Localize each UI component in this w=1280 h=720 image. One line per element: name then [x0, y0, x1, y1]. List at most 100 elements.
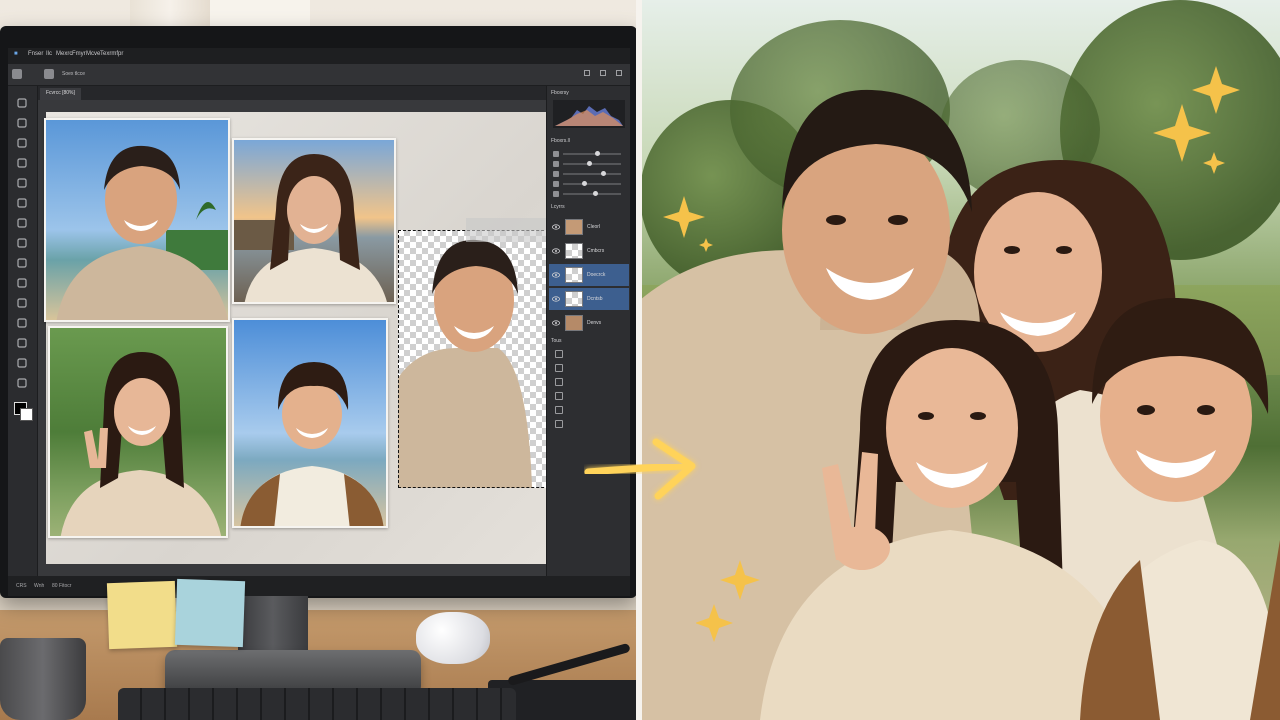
brush-icon[interactable]: [15, 176, 29, 190]
menu-item[interactable]: Mcve: [86, 51, 100, 57]
lasso-icon[interactable]: [15, 156, 29, 170]
slider-knob[interactable]: [587, 161, 593, 166]
actions-title: Tous: [551, 338, 562, 344]
keyboard: [118, 688, 516, 720]
menu-item[interactable]: Texrmfpr: [100, 51, 123, 57]
adjustment-icon: [553, 171, 559, 177]
options-bar: Soex tlcce: [8, 64, 630, 86]
close-icon[interactable]: [616, 70, 622, 76]
adjustment-slider[interactable]: [553, 180, 625, 188]
slider-knob[interactable]: [592, 191, 598, 196]
blue-sticky-note: [174, 578, 246, 648]
monitor-stand: [238, 596, 308, 658]
sparkle-icon: [696, 560, 760, 642]
minimize-icon[interactable]: [584, 70, 590, 76]
slider-track[interactable]: [563, 173, 621, 175]
status-left: CRS: [16, 583, 27, 589]
adjustment-icon: [553, 161, 559, 167]
layers-title: Lcyrrs: [551, 204, 565, 210]
histogram: [553, 100, 625, 128]
eyedropper-icon[interactable]: [15, 296, 29, 310]
layer-row[interactable]: Doecrck: [549, 264, 629, 286]
coffee-mug: [0, 638, 86, 720]
layer-name: Dcntsb: [587, 296, 603, 302]
layer-row[interactable]: Denvs: [549, 312, 629, 334]
maximize-icon[interactable]: [600, 70, 606, 76]
shape-icon[interactable]: [15, 316, 29, 330]
selection-marquee[interactable]: [398, 230, 554, 488]
father-cutout[interactable]: [398, 230, 554, 488]
adjustment-icon: [553, 151, 559, 157]
slider-knob[interactable]: [600, 171, 606, 176]
daughter-photo[interactable]: [48, 326, 228, 538]
dodge-icon[interactable]: [15, 276, 29, 290]
slider-track[interactable]: [563, 153, 621, 155]
hand-icon[interactable]: [15, 356, 29, 370]
visibility-eye-icon[interactable]: [552, 223, 560, 231]
adjustment-icon: [553, 181, 559, 187]
adjustment-slider[interactable]: [553, 170, 625, 178]
visibility-eye-icon[interactable]: [552, 247, 560, 255]
action-icon[interactable]: [555, 350, 563, 358]
layer-name: Cmbcrs: [587, 248, 605, 254]
zoom-icon[interactable]: [15, 376, 29, 390]
layer-name: Cleorl: [587, 224, 601, 230]
adjustment-slider[interactable]: [553, 150, 625, 158]
slider-knob[interactable]: [581, 181, 587, 186]
text-icon[interactable]: [15, 336, 29, 350]
adjustments-title: Fboxrs.ll: [551, 138, 570, 144]
father-portrait: [56, 145, 228, 320]
document-tabs: Fcvrcc [80%]: [38, 86, 546, 100]
layer-thumbnail: [565, 315, 583, 331]
visibility-eye-icon[interactable]: [552, 295, 560, 303]
layer-row[interactable]: Cmbcrs: [549, 240, 629, 262]
sparkle-icon: [1153, 66, 1240, 174]
adjustment-slider[interactable]: [553, 160, 625, 168]
visibility-eye-icon[interactable]: [552, 319, 560, 327]
menu-item[interactable]: Fnser: [28, 51, 43, 57]
gradient-icon[interactable]: [15, 256, 29, 270]
adjustment-icon: [553, 191, 559, 197]
eraser-icon[interactable]: [15, 216, 29, 230]
background-color-swatch[interactable]: [20, 408, 33, 421]
layer-thumbnail: [565, 243, 583, 259]
action-icon[interactable]: [555, 378, 563, 386]
layer-name: Denvs: [587, 320, 602, 326]
desk-scene: ■ Fnser Ilc Mexrc Fmyr Mcve Texrmfpr Soe…: [0, 0, 640, 720]
menu-item[interactable]: Mexrc: [56, 51, 72, 57]
action-icon[interactable]: [555, 364, 563, 372]
tape-texture: [466, 218, 550, 242]
adjustment-slider[interactable]: [553, 190, 625, 198]
status-bar: CRS Wnh 80 Fitocr: [8, 576, 630, 596]
layer-row[interactable]: Dcntsb: [549, 288, 629, 310]
collage-artboard[interactable]: [44, 112, 554, 564]
move-tool-icon[interactable]: [44, 69, 54, 79]
arrow-right-icon: [584, 438, 696, 500]
home-icon[interactable]: [12, 69, 22, 79]
menu-item[interactable]: Fmyr: [72, 51, 86, 57]
slider-knob[interactable]: [595, 151, 601, 156]
slider-track[interactable]: [563, 183, 621, 185]
canvas-area[interactable]: [38, 100, 554, 576]
layer-row[interactable]: Cleorl: [549, 216, 629, 238]
menu-item[interactable]: Ilc: [46, 51, 52, 57]
son-portrait: [240, 362, 384, 526]
son-photo[interactable]: [232, 318, 388, 528]
move-icon[interactable]: [15, 96, 29, 110]
action-icon[interactable]: [555, 406, 563, 414]
action-icon[interactable]: [555, 392, 563, 400]
clone-stamp-icon[interactable]: [15, 236, 29, 250]
mother-photo[interactable]: [232, 138, 396, 304]
layer-thumbnail: [565, 267, 583, 283]
document-tab[interactable]: Fcvrcc [80%]: [40, 88, 81, 100]
layer-name: Doecrck: [587, 272, 606, 278]
father-photo[interactable]: [44, 118, 230, 322]
marquee-icon[interactable]: [15, 116, 29, 130]
family-photo: [640, 0, 1280, 720]
visibility-eye-icon[interactable]: [552, 271, 560, 279]
status-right: 80 Fitocr: [52, 583, 72, 589]
daughter-portrait: [60, 352, 222, 536]
crop-icon[interactable]: [15, 136, 29, 150]
pen-icon[interactable]: [15, 196, 29, 210]
action-icon[interactable]: [555, 420, 563, 428]
